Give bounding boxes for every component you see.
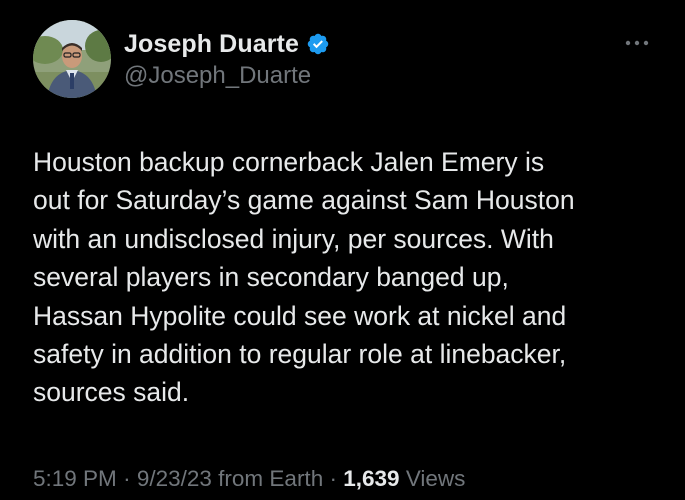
tweet: Joseph Duarte @Joseph_Duarte Houston bac… <box>0 0 685 500</box>
tweet-date[interactable]: 9/23/23 <box>137 466 212 491</box>
avatar-image <box>33 20 111 98</box>
tweet-text: Houston backup cornerback Jalen Emery is… <box>33 147 575 408</box>
author-avatar[interactable] <box>33 20 111 98</box>
author-display-name[interactable]: Joseph Duarte <box>124 30 299 59</box>
author-name-row: Joseph Duarte <box>124 28 330 60</box>
meta-separator: · <box>123 466 131 491</box>
tweet-source: from Earth <box>218 466 324 491</box>
more-options-icon[interactable] <box>622 36 652 50</box>
verified-badge-icon[interactable] <box>306 32 330 56</box>
author-handle[interactable]: @Joseph_Duarte <box>124 62 311 90</box>
views-count[interactable]: 1,639 <box>343 466 399 491</box>
tweet-time[interactable]: 5:19 PM <box>33 466 117 491</box>
views-label: Views <box>405 466 466 491</box>
meta-separator: · <box>329 466 337 491</box>
tweet-metadata: 5:19 PM · 9/23/23 from Earth · 1,639 Vie… <box>33 466 465 492</box>
